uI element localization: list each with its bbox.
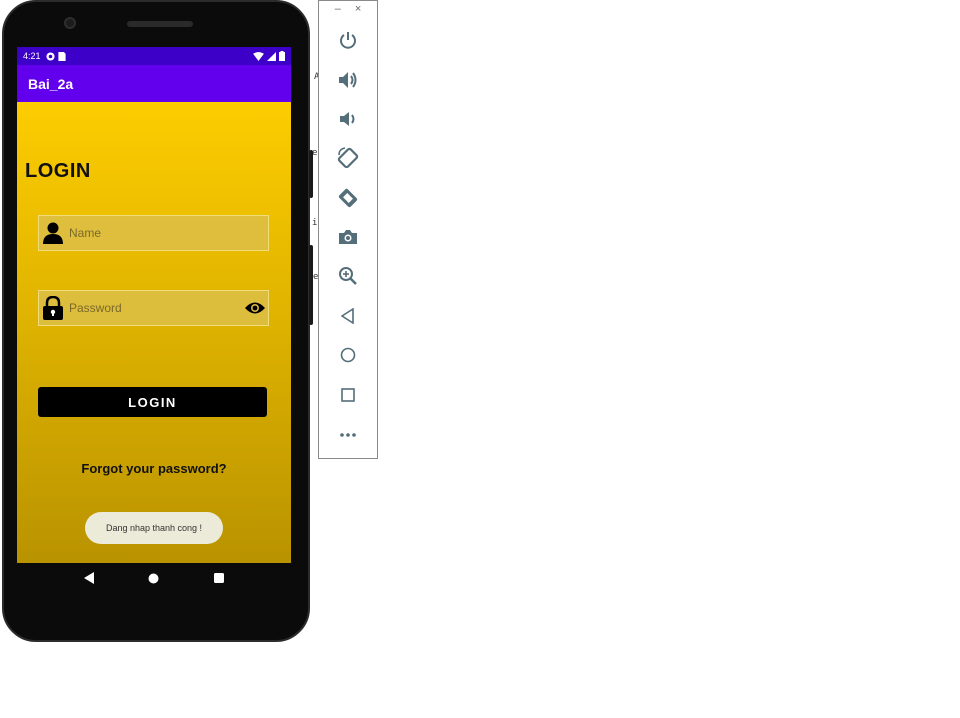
login-screen: LOGIN Name Password LOGIN Forgot your pa… [17, 102, 291, 563]
signal-icon [267, 51, 276, 61]
camera-icon[interactable] [335, 224, 361, 250]
nav-home-icon[interactable] [148, 573, 159, 584]
lock-icon [40, 295, 66, 321]
phone-screen: 4:21 Bai_2a LOGIN Name Password LOGIN Fo… [17, 47, 291, 563]
minimize-button[interactable]: – [335, 3, 341, 19]
app-title: Bai_2a [28, 75, 74, 92]
home-icon[interactable] [335, 342, 361, 368]
phone-side-button [309, 150, 313, 198]
earpiece-speaker [127, 21, 193, 27]
toggle-password-visibility-icon[interactable] [242, 298, 268, 318]
nav-overview-icon[interactable] [213, 573, 224, 583]
android-nav-bar [17, 563, 291, 593]
power-icon[interactable] [335, 27, 361, 53]
more-icon[interactable] [335, 422, 361, 448]
person-icon [40, 220, 66, 246]
status-bar: 4:21 [17, 47, 291, 65]
password-field[interactable]: Password [38, 290, 269, 326]
wifi-icon [253, 51, 264, 61]
back-icon[interactable] [335, 303, 361, 329]
phone-side-button [309, 245, 313, 325]
emulator-toolbar: – × [318, 0, 378, 459]
zoom-icon[interactable] [335, 263, 361, 289]
overview-icon[interactable] [335, 382, 361, 408]
sim-card-icon [57, 51, 66, 61]
rotate-left-icon[interactable] [335, 145, 361, 171]
name-placeholder: Name [69, 226, 102, 240]
volume-up-icon[interactable] [335, 67, 361, 93]
toast-message: Dang nhap thanh cong ! [85, 512, 223, 544]
nav-back-icon[interactable] [84, 572, 95, 584]
rotate-right-icon[interactable] [335, 185, 361, 211]
notification-icon [45, 51, 55, 61]
front-camera [64, 17, 76, 29]
login-heading: LOGIN [25, 160, 91, 182]
login-button[interactable]: LOGIN [38, 387, 267, 417]
battery-icon [279, 51, 285, 61]
close-button[interactable]: × [355, 3, 361, 19]
volume-down-icon[interactable] [335, 106, 361, 132]
desktop: A e ic e 4:21 Bai_2a LOGIN [0, 0, 960, 718]
name-field[interactable]: Name [38, 215, 269, 251]
forgot-password-link[interactable]: Forgot your password? [17, 461, 291, 476]
app-bar: Bai_2a [17, 65, 291, 102]
password-placeholder: Password [69, 301, 122, 315]
status-time: 4:21 [23, 51, 41, 61]
